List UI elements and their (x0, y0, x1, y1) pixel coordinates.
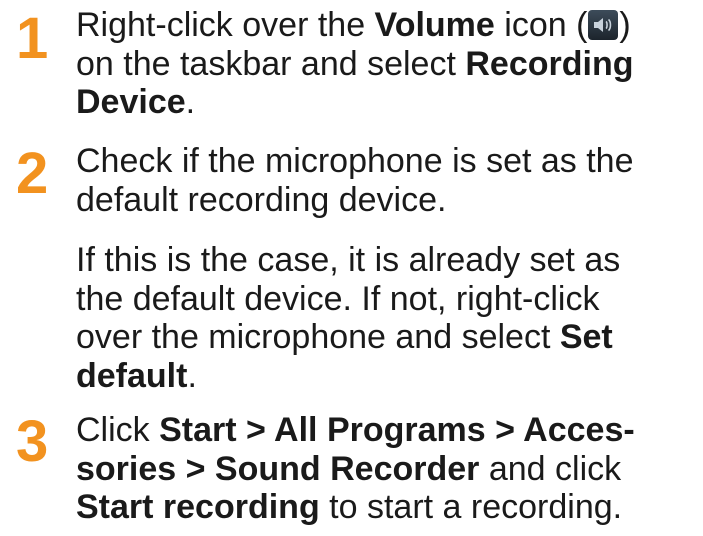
step-paragraph-line: If this is the case, it is already set a… (76, 241, 621, 279)
step-text-line: on the taskbar and select Recording (76, 44, 634, 83)
step-text-line: Click Start > All Programs > Acces- (76, 411, 635, 449)
step-paragraph-line: default. (76, 356, 197, 395)
step-text-line: Right-click over the Volume icon () (76, 6, 631, 44)
step-text-line: sories > Sound Recorder and click (76, 449, 622, 488)
step-number: 2 (16, 141, 49, 206)
step-3: 3 Click Start > All Programs > Acces- so… (0, 405, 703, 535)
step-paragraph-line: over the microphone and select Set (76, 318, 613, 356)
step-text-line: Start recording to start a recording. (76, 488, 623, 526)
step-text-line: Check if the microphone is set as the (76, 142, 634, 180)
step-number: 1 (16, 6, 49, 71)
step-number: 3 (16, 409, 49, 474)
step-text-line: default recording device. (76, 180, 447, 219)
step-text-line: Device. (76, 83, 196, 121)
step-paragraph-line: the default device. If not, right-click (76, 279, 600, 318)
step-2: 2 Check if the microphone is set as the … (0, 131, 703, 395)
speaker-volume-icon (588, 10, 619, 40)
